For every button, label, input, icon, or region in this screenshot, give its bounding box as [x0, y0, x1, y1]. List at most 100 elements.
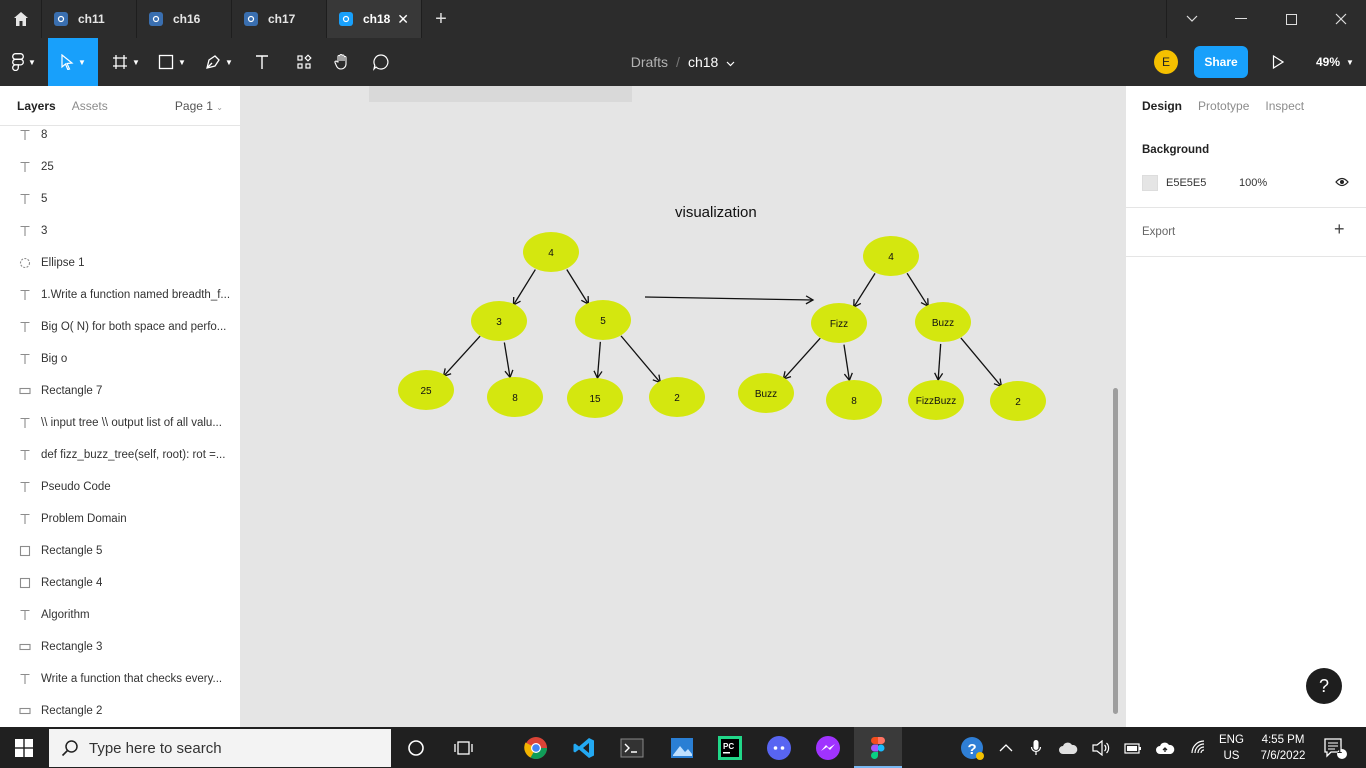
hand-tool[interactable] — [328, 38, 356, 86]
layer-item[interactable]: \\ input tree \\ output list of all valu… — [0, 407, 240, 439]
tab-ch11[interactable]: ch11 — [42, 0, 137, 38]
minimize-button[interactable] — [1216, 0, 1266, 38]
layer-item[interactable]: Rectangle 5 — [0, 535, 240, 567]
vscode-icon[interactable] — [570, 734, 598, 762]
layer-item[interactable]: Rectangle 7 — [0, 375, 240, 407]
new-tab-button[interactable]: + — [422, 0, 460, 38]
right-tree-node[interactable]: Buzz — [915, 302, 971, 342]
system-clock[interactable]: 4:55 PM 7/6/2022 — [1254, 732, 1312, 764]
speaker-icon[interactable] — [1087, 734, 1115, 762]
layer-item[interactable]: Pseudo Code — [0, 471, 240, 503]
left-tree-edge-arrow[interactable] — [620, 335, 662, 384]
pen-tool[interactable]: ▼ — [200, 38, 238, 86]
layer-item[interactable]: Rectangle 3 — [0, 631, 240, 663]
plus-icon[interactable]: + — [1334, 219, 1345, 240]
shape-tool[interactable]: ▼ — [154, 38, 190, 86]
microphone-icon[interactable] — [1022, 734, 1050, 762]
terminal-icon[interactable] — [618, 734, 646, 762]
chevron-down-icon[interactable] — [726, 54, 735, 70]
right-tree-node[interactable]: Fizz — [811, 303, 867, 343]
layer-item[interactable]: 3 — [0, 215, 240, 247]
messenger-icon[interactable] — [814, 734, 842, 762]
right-tree-edge-arrow[interactable] — [960, 337, 1003, 388]
home-button[interactable] — [0, 0, 42, 38]
input-language[interactable]: ENG US — [1219, 732, 1244, 764]
maximize-button[interactable] — [1266, 0, 1316, 38]
page-selector[interactable]: Page 1 ⌄ — [175, 99, 223, 113]
avatar[interactable]: E — [1154, 50, 1178, 74]
cortana-icon[interactable] — [402, 734, 430, 762]
layer-item[interactable]: 8 — [0, 119, 240, 151]
layer-item[interactable]: Rectangle 2 — [0, 695, 240, 727]
left-tree-edge-arrow[interactable] — [503, 342, 514, 379]
file-name[interactable]: ch18 — [688, 54, 718, 70]
share-button[interactable]: Share — [1194, 46, 1248, 78]
tab-ch18[interactable]: ch18 ✕ — [327, 0, 422, 38]
resources-tool[interactable] — [290, 38, 318, 86]
photos-icon[interactable] — [668, 734, 696, 762]
help-button[interactable]: ? — [1306, 668, 1342, 704]
right-tree-node[interactable]: 4 — [863, 236, 919, 276]
chrome-icon[interactable] — [522, 734, 550, 762]
left-tree-node[interactable]: 5 — [575, 300, 631, 340]
right-tree-node[interactable]: Buzz — [738, 373, 794, 413]
close-window-button[interactable] — [1316, 0, 1366, 38]
right-tree-edge-arrow[interactable] — [782, 337, 821, 381]
left-tree-node[interactable]: 3 — [471, 301, 527, 341]
right-tree-edge-arrow[interactable] — [906, 272, 929, 308]
left-tree-node[interactable]: 8 — [487, 377, 543, 417]
layer-item[interactable]: Algorithm — [0, 599, 240, 631]
tab-ch16[interactable]: ch16 — [137, 0, 232, 38]
cloud-upload-icon[interactable] — [1151, 734, 1179, 762]
notification-icon[interactable]: 1 — [1321, 734, 1349, 762]
help-tray-icon[interactable]: ? — [959, 734, 987, 762]
right-tree-node[interactable]: FizzBuzz — [908, 380, 964, 420]
left-tree-node[interactable]: 2 — [649, 377, 705, 417]
left-tree-node[interactable]: 4 — [523, 232, 579, 272]
right-tree-edge-arrow[interactable] — [853, 273, 876, 309]
chevron-up-icon[interactable] — [992, 734, 1020, 762]
text-tool[interactable] — [248, 38, 276, 86]
main-menu-button[interactable]: ▼ — [0, 38, 48, 86]
vertical-scrollbar[interactable] — [1113, 388, 1118, 714]
layer-item[interactable]: Ellipse 1 — [0, 247, 240, 279]
eye-icon[interactable] — [1335, 175, 1349, 193]
close-tab-icon[interactable]: ✕ — [397, 11, 409, 28]
layer-item[interactable]: Big O( N) for both space and perfo... — [0, 311, 240, 343]
canvas[interactable]: visualization 4 3 5 25 8 15 2 4 Fizz Buzz Buzz 8 Fiz… — [241, 86, 1125, 727]
left-tree-edge-arrow[interactable] — [442, 335, 481, 378]
left-tree-edge-arrow[interactable] — [593, 341, 603, 380]
layer-item[interactable]: 25 — [0, 151, 240, 183]
left-tree-edge-arrow[interactable] — [512, 269, 536, 307]
frame-tool[interactable]: ▼ — [108, 38, 144, 86]
transform-arrow[interactable] — [644, 295, 815, 305]
cloud-icon[interactable] — [1054, 734, 1082, 762]
layer-item[interactable]: Big o — [0, 343, 240, 375]
background-opacity-input[interactable]: 100% — [1239, 177, 1267, 189]
task-view-icon[interactable] — [450, 734, 478, 762]
figma-app-icon[interactable] — [864, 734, 892, 762]
chevron-down-icon[interactable] — [1166, 0, 1216, 38]
tab-layers[interactable]: Layers — [17, 99, 56, 113]
present-button[interactable] — [1264, 38, 1292, 86]
taskbar-search[interactable]: Type here to search — [49, 729, 391, 767]
right-tree-node[interactable]: 2 — [990, 381, 1046, 421]
battery-icon[interactable] — [1119, 734, 1147, 762]
background-hex-input[interactable]: E5E5E5 — [1166, 177, 1206, 189]
layer-item[interactable]: 1.Write a function named breadth_f... — [0, 279, 240, 311]
pycharm-icon[interactable]: PC — [716, 734, 744, 762]
left-tree-node[interactable]: 15 — [567, 378, 623, 418]
layer-item[interactable]: 5 — [0, 183, 240, 215]
discord-icon[interactable] — [765, 734, 793, 762]
layer-item[interactable]: Rectangle 4 — [0, 567, 240, 599]
layer-item[interactable]: def fizz_buzz_tree(self, root): rot =... — [0, 439, 240, 471]
layer-item[interactable]: Write a function that checks every... — [0, 663, 240, 695]
right-tree-node[interactable]: 8 — [826, 380, 882, 420]
left-tree-edge-arrow[interactable] — [566, 269, 590, 306]
comment-tool[interactable] — [367, 38, 395, 86]
move-tool[interactable]: ▼ — [48, 38, 98, 86]
wifi-icon[interactable] — [1185, 734, 1213, 762]
left-tree-node[interactable]: 25 — [398, 370, 454, 410]
right-tree-edge-arrow[interactable] — [843, 344, 853, 382]
right-tree-edge-arrow[interactable] — [934, 343, 944, 382]
